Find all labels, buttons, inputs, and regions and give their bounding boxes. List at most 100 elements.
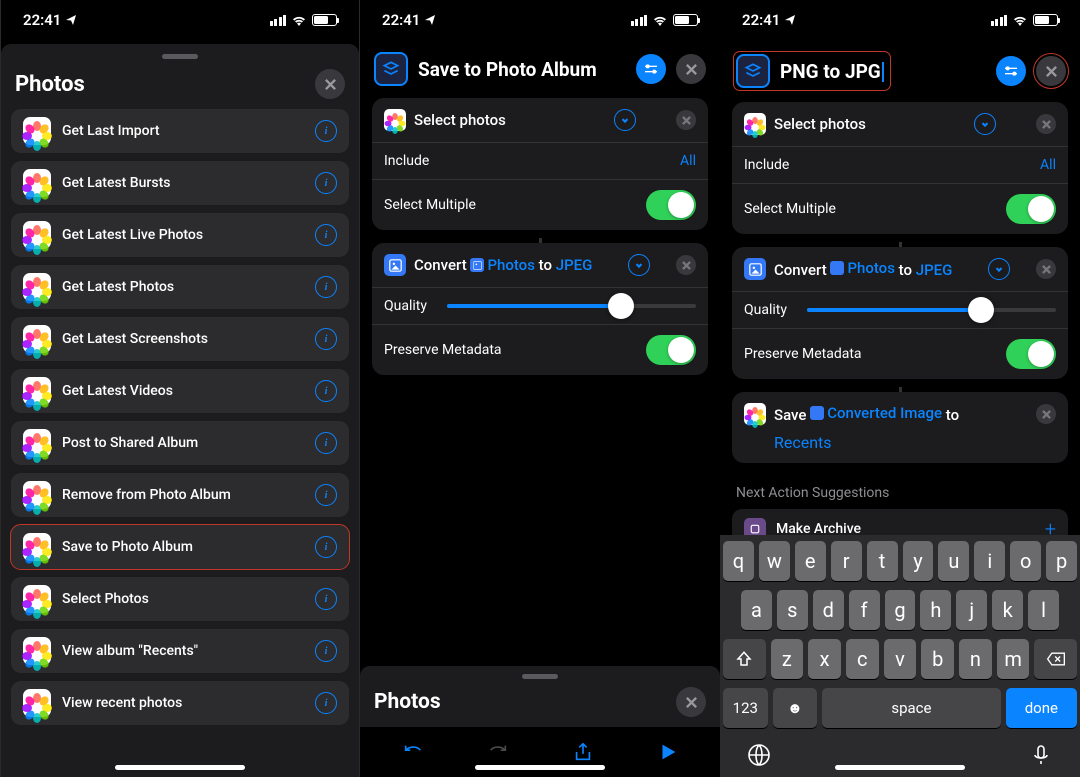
key-done[interactable]: done (1006, 688, 1077, 728)
action-get-latest-photos[interactable]: Get Latest Photosi (11, 265, 349, 309)
delete-step-button[interactable] (676, 110, 696, 130)
key-d[interactable]: d (813, 590, 844, 630)
undo-button[interactable] (397, 736, 429, 768)
home-indicator[interactable] (115, 765, 245, 770)
key-t[interactable]: t (867, 541, 898, 581)
key-q[interactable]: q (723, 541, 754, 581)
key-backspace[interactable] (1034, 639, 1077, 679)
info-icon[interactable]: i (315, 588, 337, 610)
action-get-last-import[interactable]: Get Last Importi (11, 109, 349, 153)
collapse-toggle[interactable] (614, 109, 636, 131)
include-value[interactable]: All (680, 153, 696, 169)
info-icon[interactable]: i (315, 328, 337, 350)
home-indicator[interactable] (835, 765, 965, 770)
info-icon[interactable]: i (315, 224, 337, 246)
delete-step-button[interactable] (1036, 259, 1056, 279)
delete-step-button[interactable] (1036, 404, 1056, 424)
collapse-toggle[interactable] (628, 254, 650, 276)
key-r[interactable]: r (831, 541, 862, 581)
quality-slider[interactable] (807, 308, 1056, 312)
action-remove-from-photo-album[interactable]: Remove from Photo Albumi (11, 473, 349, 517)
action-get-latest-bursts[interactable]: Get Latest Burstsi (11, 161, 349, 205)
info-icon[interactable]: i (315, 536, 337, 558)
action-post-to-shared-album[interactable]: Post to Shared Albumi (11, 421, 349, 465)
key-w[interactable]: w (759, 541, 790, 581)
info-icon[interactable]: i (315, 432, 337, 454)
info-icon[interactable]: i (315, 692, 337, 714)
key-s[interactable]: s (777, 590, 808, 630)
action-get-latest-live-photos[interactable]: Get Latest Live Photosi (11, 213, 349, 257)
action-get-latest-screenshots[interactable]: Get Latest Screenshotsi (11, 317, 349, 361)
settings-button[interactable] (636, 54, 666, 84)
key-z[interactable]: z (771, 639, 804, 679)
home-indicator[interactable] (475, 765, 605, 770)
run-button[interactable] (652, 736, 684, 768)
key-a[interactable]: a (741, 590, 772, 630)
key-space[interactable]: space (822, 688, 1000, 728)
collapse-toggle[interactable] (974, 113, 996, 135)
key-k[interactable]: k (992, 590, 1023, 630)
preserve-metadata-toggle[interactable] (646, 335, 696, 365)
convert-format[interactable]: JPEG (916, 261, 953, 279)
close-button[interactable] (315, 69, 345, 99)
redo-button[interactable] (482, 736, 514, 768)
key-shift[interactable] (723, 639, 766, 679)
mic-icon[interactable] (1029, 743, 1053, 767)
key-h[interactable]: h (920, 590, 951, 630)
action-view-recent-photos[interactable]: View recent photosi (11, 681, 349, 725)
info-icon[interactable]: i (315, 120, 337, 142)
globe-icon[interactable] (747, 743, 771, 767)
include-value[interactable]: All (1040, 157, 1056, 173)
key-l[interactable]: l (1028, 590, 1059, 630)
preserve-metadata-toggle[interactable] (1006, 339, 1056, 369)
key-v[interactable]: v (884, 639, 917, 679)
share-button[interactable] (567, 736, 599, 768)
shortcut-title-input[interactable]: PNG to JPG (780, 60, 884, 83)
key-b[interactable]: b (921, 639, 954, 679)
shortcut-icon[interactable] (374, 52, 408, 86)
info-icon[interactable]: i (315, 484, 337, 506)
suggestion-make-archive[interactable]: Make Archive+ (732, 509, 1068, 535)
action-view-album-recents-[interactable]: View album "Recents"i (11, 629, 349, 673)
convert-source-var[interactable]: Photos (487, 256, 534, 274)
select-multiple-toggle[interactable] (1006, 194, 1056, 224)
key-c[interactable]: c (846, 639, 879, 679)
delete-step-button[interactable] (676, 255, 696, 275)
key-n[interactable]: n (959, 639, 992, 679)
save-source-var[interactable]: Converted Image (827, 404, 942, 422)
sheet-grabber[interactable] (522, 674, 558, 679)
action-select-photos[interactable]: Select Photosi (11, 577, 349, 621)
action-save-to-photo-album[interactable]: Save to Photo Albumi (11, 525, 349, 569)
action-get-latest-videos[interactable]: Get Latest Videosi (11, 369, 349, 413)
shortcut-icon[interactable] (736, 54, 770, 88)
key-emoji[interactable]: ☻ (773, 688, 818, 728)
close-button[interactable] (676, 54, 706, 84)
close-button[interactable] (1036, 56, 1066, 86)
key-f[interactable]: f (849, 590, 880, 630)
key-g[interactable]: g (885, 590, 916, 630)
info-icon[interactable]: i (315, 172, 337, 194)
select-multiple-toggle[interactable] (646, 190, 696, 220)
collapse-toggle[interactable] (988, 258, 1010, 280)
shortcut-title[interactable]: Save to Photo Album (418, 58, 626, 81)
settings-button[interactable] (996, 56, 1026, 86)
key-j[interactable]: j (956, 590, 987, 630)
convert-source-var[interactable]: Photos (847, 259, 894, 277)
save-destination[interactable]: Recents (744, 433, 1056, 452)
sheet-close-button[interactable] (676, 687, 706, 717)
delete-step-button[interactable] (1036, 114, 1056, 134)
info-icon[interactable]: i (315, 640, 337, 662)
key-x[interactable]: x (808, 639, 841, 679)
key-p[interactable]: p (1046, 541, 1077, 581)
quality-slider[interactable] (447, 304, 696, 308)
key-o[interactable]: o (1010, 541, 1041, 581)
key-m[interactable]: m (997, 639, 1030, 679)
key-e[interactable]: e (795, 541, 826, 581)
info-icon[interactable]: i (315, 380, 337, 402)
info-icon[interactable]: i (315, 276, 337, 298)
sheet-grabber[interactable] (162, 54, 198, 59)
key-y[interactable]: y (903, 541, 934, 581)
key-u[interactable]: u (938, 541, 969, 581)
key-i[interactable]: i (974, 541, 1005, 581)
convert-format[interactable]: JPEG (556, 256, 593, 274)
